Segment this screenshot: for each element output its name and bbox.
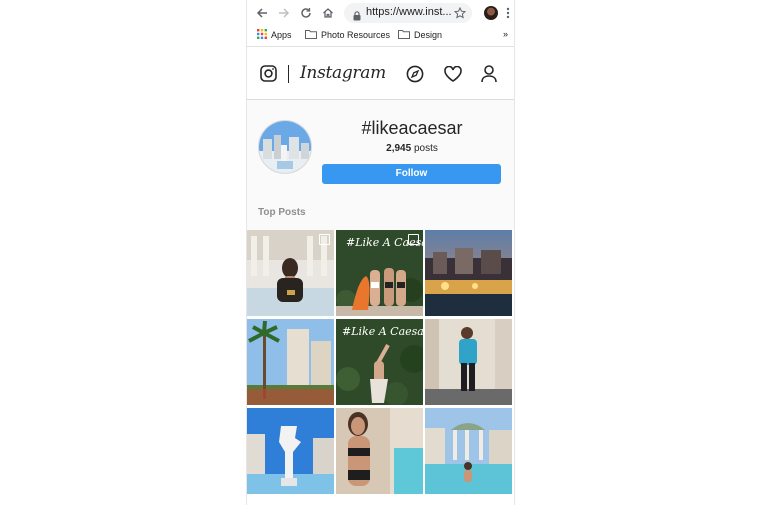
bookmark-design[interactable]: Design: [398, 29, 442, 41]
top-posts-header: Top Posts: [247, 204, 514, 230]
browser-toolbar: https://www.inst...: [247, 0, 514, 26]
browser-window: https://www.inst... Apps Photo Resources…: [246, 0, 515, 505]
bookmark-label: Apps: [271, 30, 292, 40]
posts-label: posts: [413, 143, 438, 154]
profile-icon[interactable]: [481, 65, 497, 88]
compass-icon[interactable]: [406, 65, 424, 88]
post-thumbnail[interactable]: [247, 230, 334, 316]
bookmarks-more-button[interactable]: »: [503, 29, 508, 39]
more-label: »: [503, 29, 509, 39]
post-thumbnail[interactable]: [336, 408, 423, 494]
instagram-header: Instagram: [247, 47, 514, 100]
menu-icon[interactable]: [503, 4, 513, 22]
forward-icon[interactable]: [275, 4, 293, 22]
post-thumbnail[interactable]: [425, 408, 512, 494]
top-posts-label: Top Posts: [258, 207, 306, 218]
post-thumbnail[interactable]: [247, 408, 334, 494]
bookmarks-bar: Apps Photo Resources Design »: [247, 26, 514, 47]
avatar[interactable]: [482, 4, 500, 22]
address-bar[interactable]: https://www.inst...: [344, 3, 472, 23]
follow-button[interactable]: Follow: [322, 164, 501, 184]
folder-icon: [305, 29, 317, 41]
post-count-value: 2,945: [386, 143, 412, 154]
apps-grid-icon: [257, 29, 267, 41]
multiple-photos-icon: [319, 234, 330, 245]
reload-icon[interactable]: [297, 4, 315, 22]
instagram-camera-icon[interactable]: [260, 65, 277, 87]
url-text: https://www.inst...: [366, 6, 452, 18]
lock-icon: [353, 8, 361, 26]
bookmark-label: Design: [414, 30, 443, 40]
star-icon[interactable]: [453, 6, 467, 24]
back-icon[interactable]: [253, 4, 271, 22]
bookmark-label: Photo Resources: [321, 30, 391, 40]
heart-icon[interactable]: [444, 65, 462, 87]
home-icon[interactable]: [319, 4, 337, 22]
header-divider: [288, 65, 289, 83]
folder-icon: [398, 29, 410, 41]
post-count: 2,945 posts: [322, 143, 502, 154]
bookmark-photo-resources[interactable]: Photo Resources: [305, 29, 390, 41]
multiple-photos-icon: [408, 234, 419, 245]
hashtag-avatar-image: [258, 120, 312, 174]
post-thumbnail[interactable]: [425, 230, 512, 316]
bookmark-apps[interactable]: Apps: [257, 29, 292, 41]
post-overlay-text: #Like A Caesar: [342, 325, 423, 338]
post-thumbnail[interactable]: #Like A Caesar: [336, 319, 423, 405]
post-thumbnail[interactable]: #Like A Caesar: [336, 230, 423, 316]
hashtag-title: #likeacaesar: [361, 118, 463, 138]
post-thumbnail[interactable]: [247, 319, 334, 405]
hashtag-profile: #likeacaesar 2,945 posts Follow: [247, 100, 514, 204]
instagram-logo[interactable]: Instagram: [300, 63, 386, 83]
post-thumbnail[interactable]: [425, 319, 512, 405]
